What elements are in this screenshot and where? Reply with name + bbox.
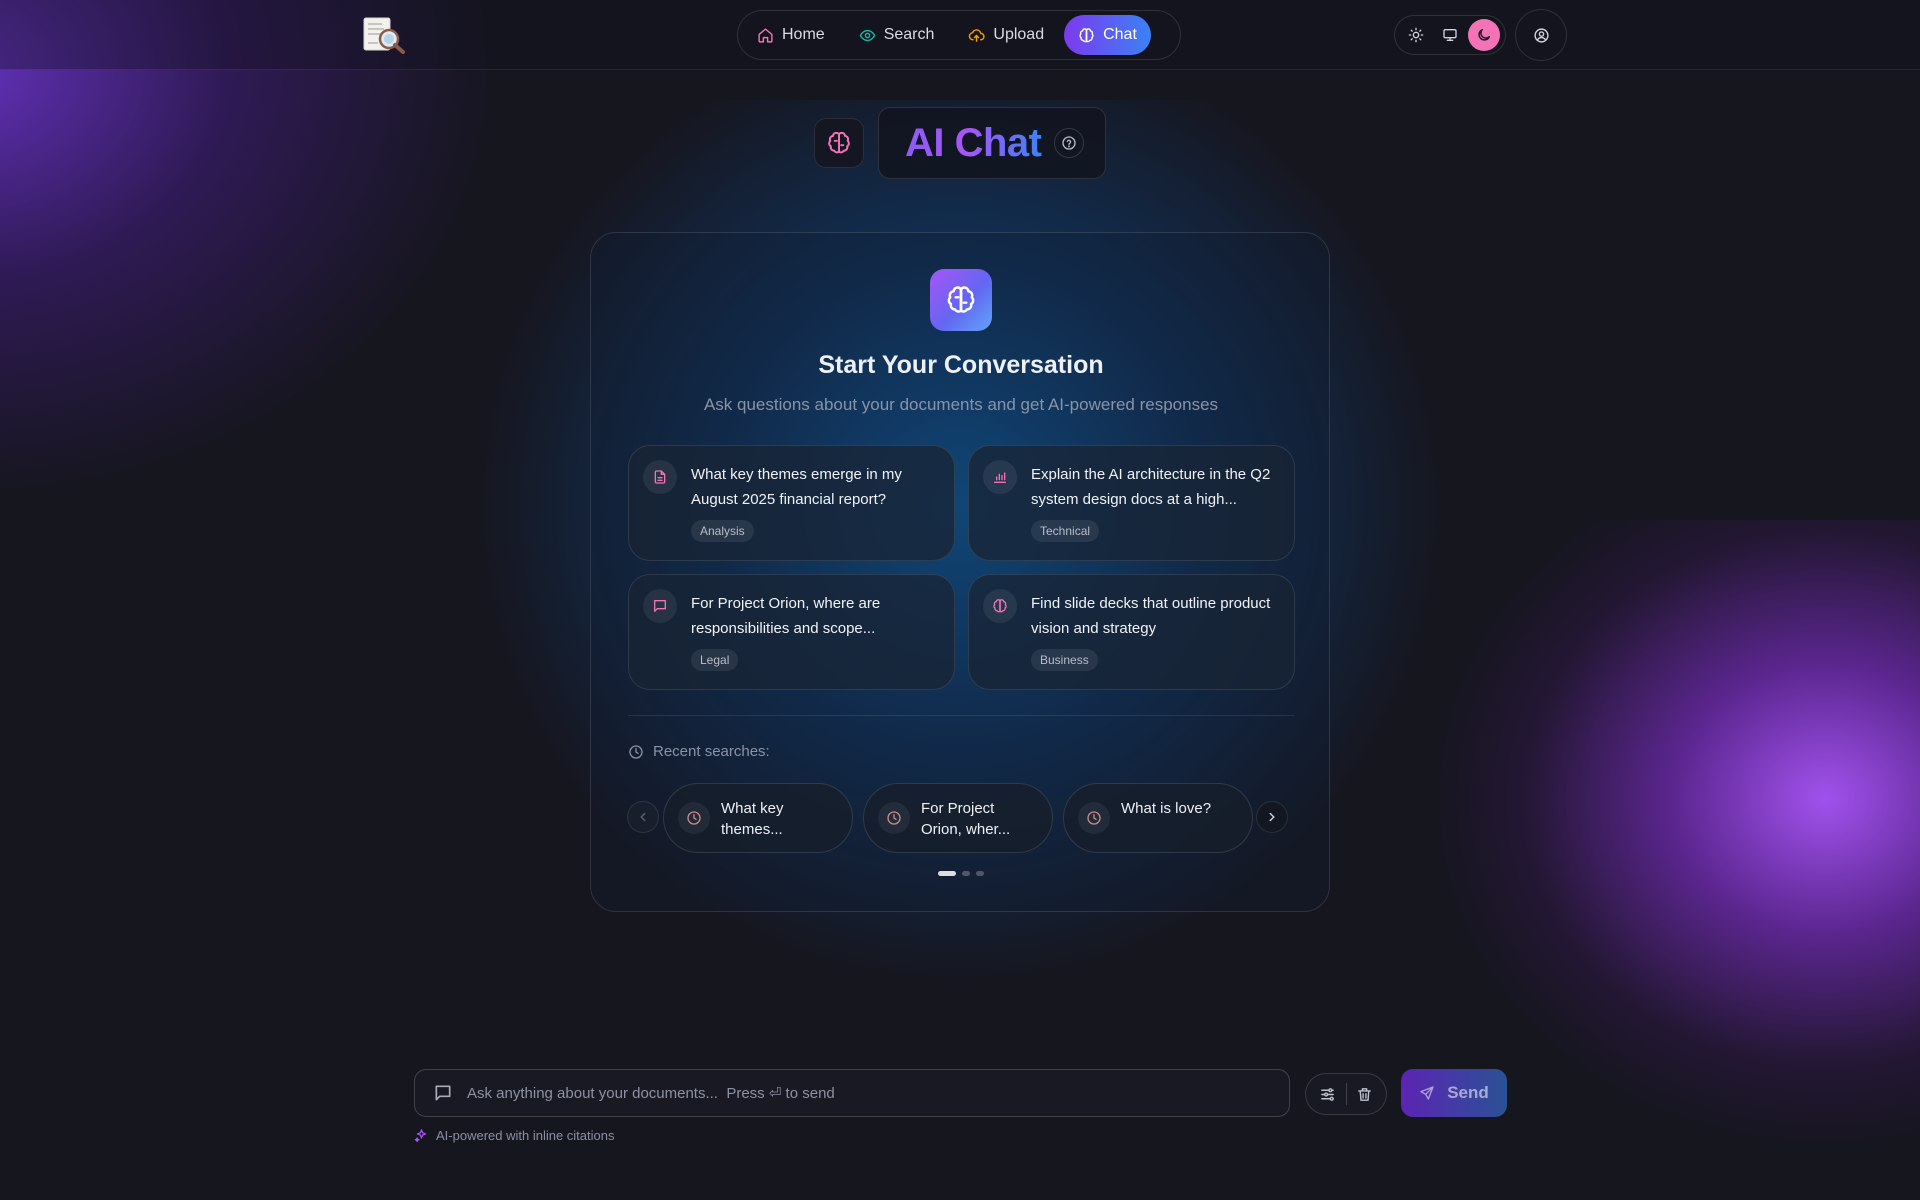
nav-upload-label: Upload <box>993 26 1045 43</box>
brain-icon <box>983 589 1017 623</box>
ai-chat-header-icon <box>814 118 864 168</box>
welcome-subtitle: Ask questions about your documents and g… <box>703 395 1219 414</box>
ai-footnote: AI-powered with inline citations <box>414 1128 614 1143</box>
eye-icon <box>859 29 875 41</box>
carousel-dot[interactable] <box>962 871 970 876</box>
bar-chart-icon <box>983 460 1017 494</box>
nav-home-label: Home <box>782 26 825 43</box>
brain-icon <box>1079 27 1094 42</box>
sun-icon <box>1408 27 1424 43</box>
nav-search[interactable]: Search <box>845 15 949 55</box>
welcome-card: Start Your Conversation Ask questions ab… <box>590 232 1330 912</box>
suggestion-card[interactable]: What key themes emerge in my August 2025… <box>628 445 955 561</box>
theme-light-button[interactable] <box>1400 19 1432 51</box>
divider <box>628 715 1294 716</box>
suggestion-tag: Business <box>1031 649 1098 671</box>
welcome-title: Start Your Conversation <box>818 351 1104 379</box>
nav-chat-label: Chat <box>1103 26 1137 43</box>
help-button[interactable] <box>1053 128 1084 158</box>
document-icon <box>643 460 677 494</box>
message-icon <box>643 589 677 623</box>
clock-icon <box>878 802 910 834</box>
suggestion-tag: Legal <box>691 649 739 671</box>
nav-upload[interactable]: Upload <box>954 15 1058 55</box>
page-title: AI Chat <box>905 120 1042 165</box>
clock-icon <box>629 744 643 759</box>
chat-tools <box>1305 1073 1387 1115</box>
ai-footnote-text: AI-powered with inline citations <box>436 1128 615 1143</box>
carousel-dot[interactable] <box>938 871 956 876</box>
chevron-left-icon <box>640 812 646 822</box>
background-glow-top-left <box>0 0 500 500</box>
carousel-prev-button[interactable] <box>627 801 659 833</box>
recent-search-text: For Project Orion, wher... <box>921 800 1011 838</box>
nav-chat[interactable]: Chat <box>1064 15 1151 55</box>
suggestion-card[interactable]: Find slide decks that outline product vi… <box>968 574 1295 690</box>
suggestion-tag: Analysis <box>691 520 754 542</box>
clock-icon <box>1078 802 1110 834</box>
suggestion-card[interactable]: For Project Orion, where are responsibil… <box>628 574 955 690</box>
nav-home[interactable]: Home <box>743 15 839 55</box>
chat-input-container <box>414 1069 1290 1117</box>
welcome-brain-icon <box>930 269 992 331</box>
recent-search-item[interactable]: For Project Orion, wher... <box>863 783 1053 853</box>
cloud-upload-icon <box>969 28 985 42</box>
carousel-dot[interactable] <box>976 871 984 876</box>
theme-dark-button[interactable] <box>1468 19 1500 51</box>
send-button[interactable]: Send <box>1401 1069 1507 1117</box>
divider <box>1345 1083 1347 1105</box>
suggestion-text: Explain the AI architecture in the Q2 sy… <box>1031 466 1271 508</box>
settings-button[interactable] <box>1315 1081 1341 1107</box>
user-circle-icon <box>1533 27 1549 43</box>
chevron-right-icon <box>1269 812 1275 822</box>
send-button-label: Send <box>1447 1083 1489 1102</box>
theme-system-button[interactable] <box>1434 19 1466 51</box>
top-navigation-bar: Home Search Upload Chat <box>0 0 1920 70</box>
send-icon <box>1420 1086 1434 1100</box>
user-account-button[interactable] <box>1515 9 1567 61</box>
brain-icon <box>828 131 850 154</box>
suggestion-text: What key themes emerge in my August 2025… <box>691 466 902 508</box>
recent-search-text: What key themes... <box>721 800 784 838</box>
trash-icon <box>1358 1087 1371 1101</box>
sliders-icon <box>1321 1087 1334 1101</box>
theme-switcher <box>1394 15 1506 55</box>
recent-searches-label: Recent searches: <box>653 743 770 760</box>
suggestion-tag: Technical <box>1031 520 1100 542</box>
home-icon <box>758 27 773 43</box>
main-nav: Home Search Upload Chat <box>737 10 1181 60</box>
monitor-icon <box>1443 28 1457 41</box>
carousel-pagination <box>591 871 1331 876</box>
question-circle-icon <box>1061 136 1076 150</box>
nav-search-label: Search <box>883 26 935 43</box>
message-icon <box>435 1085 451 1101</box>
suggestion-text: For Project Orion, where are responsibil… <box>691 595 881 637</box>
recent-searches-heading: Recent searches: <box>628 743 770 760</box>
brain-icon <box>947 286 975 313</box>
carousel-next-button[interactable] <box>1256 801 1288 833</box>
page-title-box: AI Chat <box>878 107 1106 179</box>
chat-input[interactable] <box>467 1084 1289 1102</box>
clock-icon <box>678 802 710 834</box>
suggestion-card[interactable]: Explain the AI architecture in the Q2 sy… <box>968 445 1295 561</box>
app-logo[interactable] <box>362 15 406 55</box>
moon-icon <box>1478 28 1491 41</box>
clear-chat-button[interactable] <box>1352 1081 1378 1107</box>
suggestion-text: Find slide decks that outline product vi… <box>1031 595 1271 637</box>
background-glow-bottom-right <box>1440 520 1920 1140</box>
recent-search-text: What is love? <box>1121 800 1212 817</box>
sparkles-icon <box>414 1129 427 1143</box>
recent-search-item[interactable]: What key themes... <box>663 783 853 853</box>
recent-search-item[interactable]: What is love? <box>1063 783 1253 853</box>
